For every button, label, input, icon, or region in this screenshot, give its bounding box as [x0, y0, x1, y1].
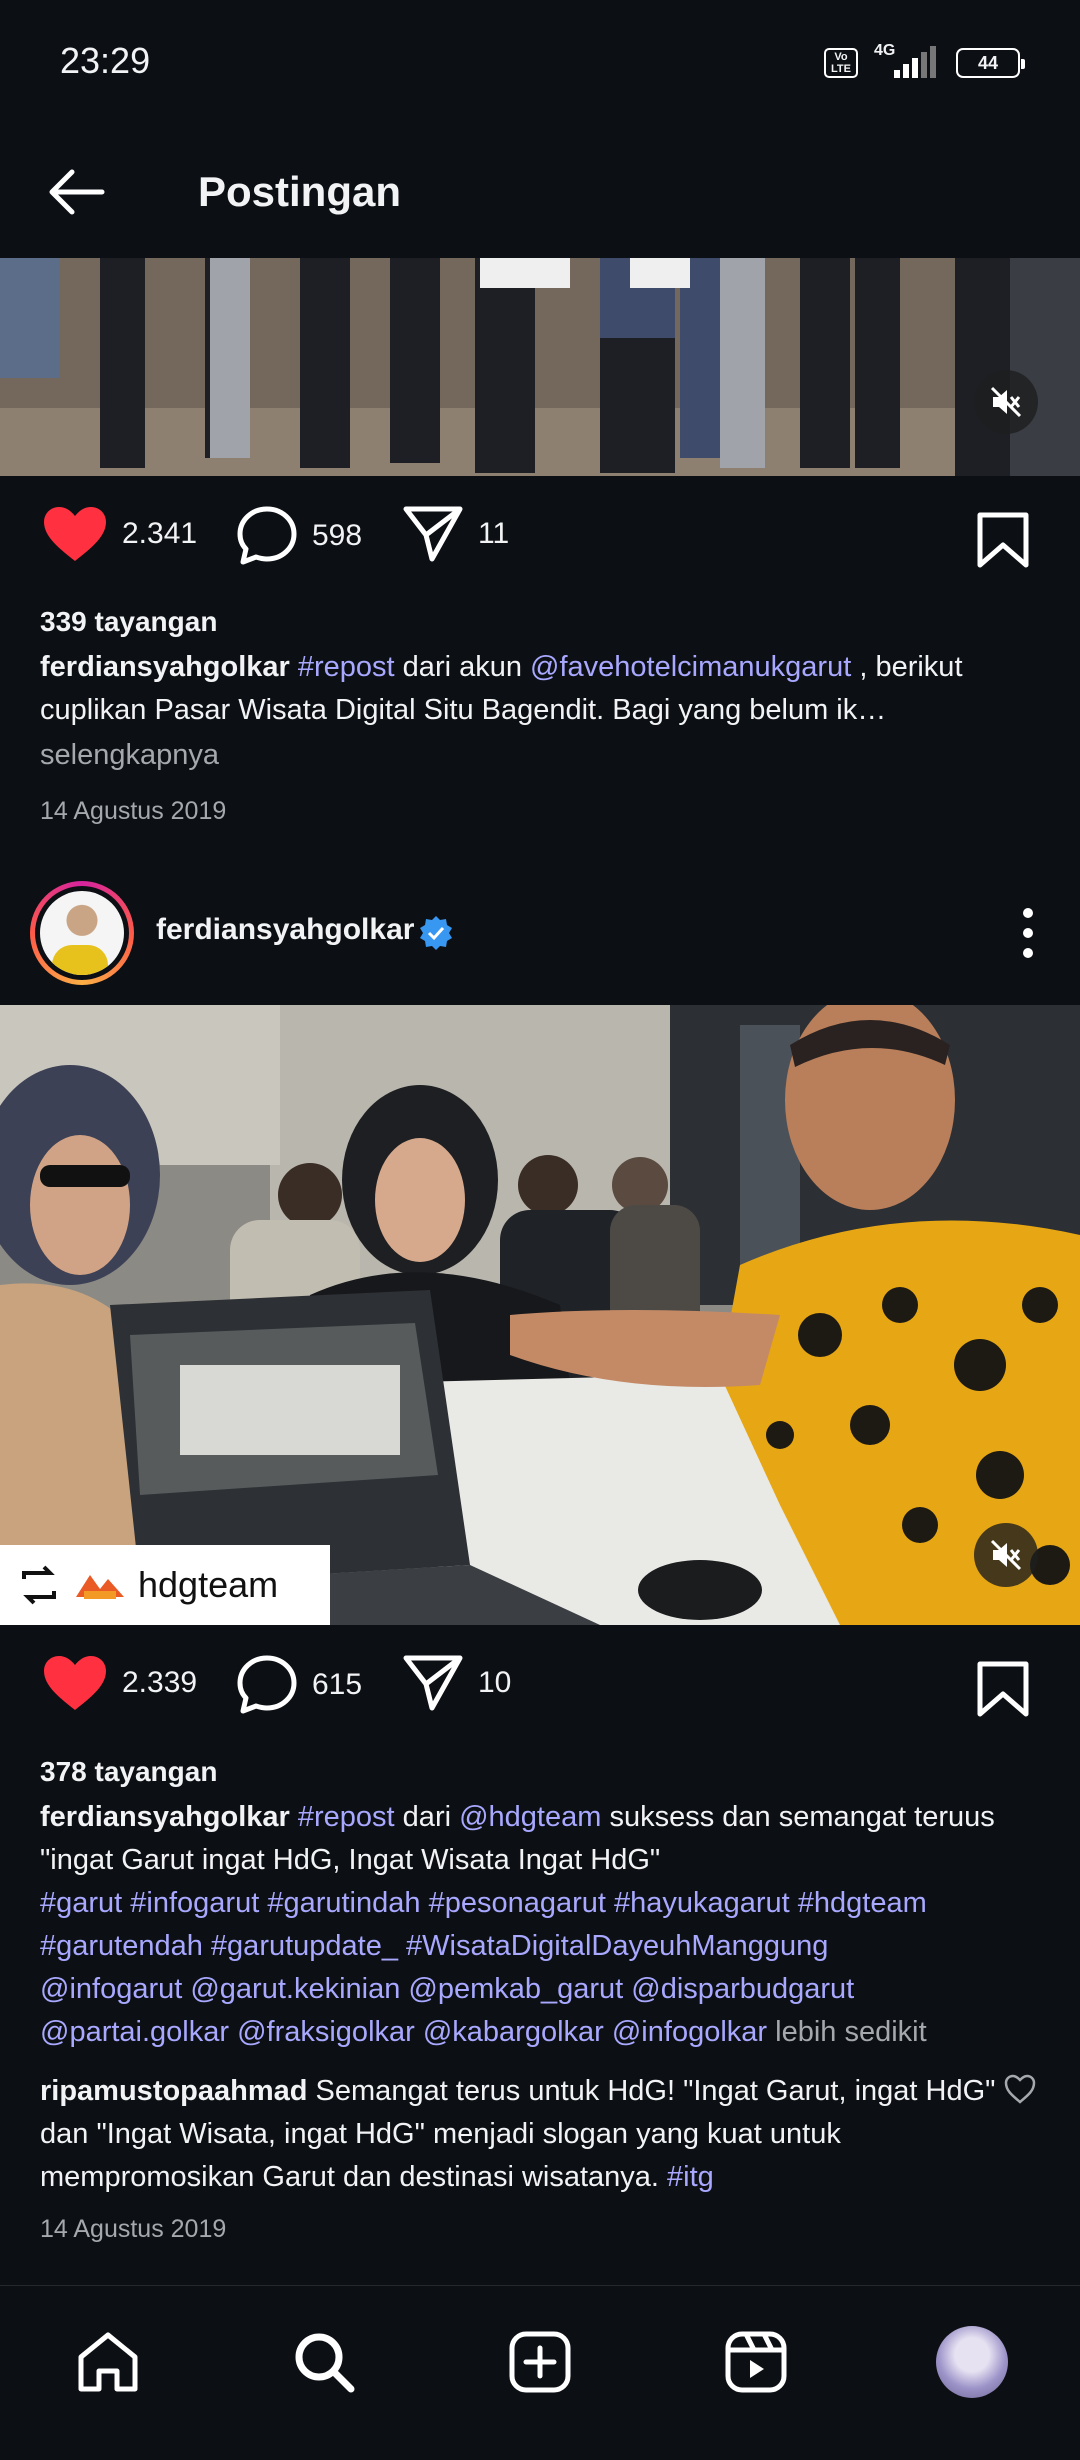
mute-icon[interactable]	[974, 1523, 1038, 1587]
avatar[interactable]	[30, 881, 134, 985]
hashtag[interactable]: #repost	[298, 651, 395, 683]
repost-badge: hdgteam	[0, 1545, 330, 1625]
like-button[interactable]: 2.339	[42, 1654, 197, 1712]
hashtag[interactable]: #itg	[667, 2161, 714, 2193]
post-1-actions: 2.341 598 11	[0, 505, 1080, 595]
comment-like-icon[interactable]	[1004, 2074, 1036, 2109]
battery-icon: 44	[956, 48, 1025, 78]
comment-button[interactable]: 598	[236, 505, 362, 567]
comment-username[interactable]: ripamustopaahmad	[40, 2075, 308, 2107]
status-bar: 23:29 Vo LTE 4G 44	[0, 0, 1080, 130]
more-options-icon[interactable]	[1020, 905, 1036, 966]
caption-username[interactable]: ferdiansyahgolkar	[40, 1801, 290, 1833]
comments-count: 598	[312, 519, 363, 552]
caption-text: dari akun	[394, 651, 531, 683]
reels-icon[interactable]	[716, 2322, 796, 2402]
comments-count: 615	[312, 1668, 363, 1701]
post-video-2[interactable]: hdgteam	[0, 1005, 1080, 1625]
caption-text: dari	[394, 1801, 460, 1833]
mention-line[interactable]: @partai.golkar @fraksigolkar @kabargolka…	[40, 2016, 767, 2048]
comment-icon	[237, 1655, 297, 1714]
repost-username: hdgteam	[138, 1564, 279, 1605]
hdg-logo-icon	[76, 1575, 124, 1599]
view-count: 378 tayangan	[40, 1756, 218, 1787]
profile-avatar[interactable]	[932, 2322, 1012, 2402]
create-icon[interactable]	[500, 2322, 580, 2402]
status-time: 23:29	[60, 40, 151, 81]
share-button[interactable]: 11	[402, 505, 509, 563]
share-icon	[403, 506, 463, 562]
post-2-actions: 2.339 615 10	[0, 1654, 1080, 1744]
top-app-bar: Postingan	[0, 130, 1080, 260]
comment-button[interactable]: 615	[236, 1654, 362, 1716]
home-icon[interactable]	[68, 2322, 148, 2402]
hashtag[interactable]: #repost	[298, 1801, 395, 1833]
mention-line[interactable]: @infogarut @garut.kekinian @pemkab_garut…	[40, 1968, 1050, 2011]
page-title: Postingan	[198, 168, 402, 215]
hashtag-line[interactable]: #garut #infogarut #garutindah #pesonagar…	[40, 1882, 1050, 1925]
likes-count: 2.339	[122, 1666, 198, 1699]
view-count: 339 tayangan	[40, 606, 218, 637]
status-icons: Vo LTE 4G 44	[824, 42, 1025, 80]
bottom-navigation	[0, 2285, 1080, 2460]
verified-icon	[418, 915, 454, 956]
share-button[interactable]: 10	[402, 1654, 511, 1712]
heart-icon	[44, 1656, 106, 1710]
post-date: 14 Agustus 2019	[40, 2215, 227, 2243]
hashtag-line[interactable]: #garutendah #garutupdate_ #WisataDigital…	[40, 1925, 1050, 1968]
shares-count: 10	[478, 1666, 512, 1699]
post-header: ferdiansyahgolkar	[0, 875, 1080, 995]
caption-username[interactable]: ferdiansyahgolkar	[40, 651, 290, 683]
see-more-link[interactable]: selengkapnya	[40, 734, 1050, 777]
mute-icon[interactable]	[974, 370, 1038, 434]
repost-icon	[22, 1565, 56, 1605]
top-comment: ripamustopaahmad Semangat terus untuk Hd…	[40, 2070, 1000, 2199]
back-arrow-icon[interactable]	[44, 160, 108, 224]
mention[interactable]: @favehotelcimanukgarut	[530, 651, 851, 683]
post-video-1[interactable]	[0, 258, 1080, 476]
search-icon[interactable]	[284, 2322, 364, 2402]
post-date: 14 Agustus 2019	[40, 797, 227, 825]
shares-count: 11	[478, 517, 510, 550]
volte-icon: Vo LTE	[824, 48, 858, 78]
like-button[interactable]: 2.341	[42, 505, 197, 563]
post-username[interactable]: ferdiansyahgolkar	[156, 913, 414, 947]
heart-icon	[44, 507, 106, 561]
likes-count: 2.341	[122, 517, 198, 550]
bookmark-icon[interactable]	[976, 1660, 1030, 1723]
network-type: 4G	[874, 42, 896, 59]
signal-icon: 4G	[872, 42, 942, 80]
mention[interactable]: @hdgteam	[459, 1801, 601, 1833]
see-less-link[interactable]: lebih sedikit	[767, 2016, 927, 2048]
comment-icon	[237, 506, 297, 565]
bookmark-icon[interactable]	[976, 511, 1030, 574]
post-caption: ferdiansyahgolkar #repost dari akun @fav…	[40, 646, 1050, 732]
share-icon	[403, 1655, 463, 1711]
post-caption: ferdiansyahgolkar #repost dari @hdgteam …	[40, 1796, 1050, 2054]
